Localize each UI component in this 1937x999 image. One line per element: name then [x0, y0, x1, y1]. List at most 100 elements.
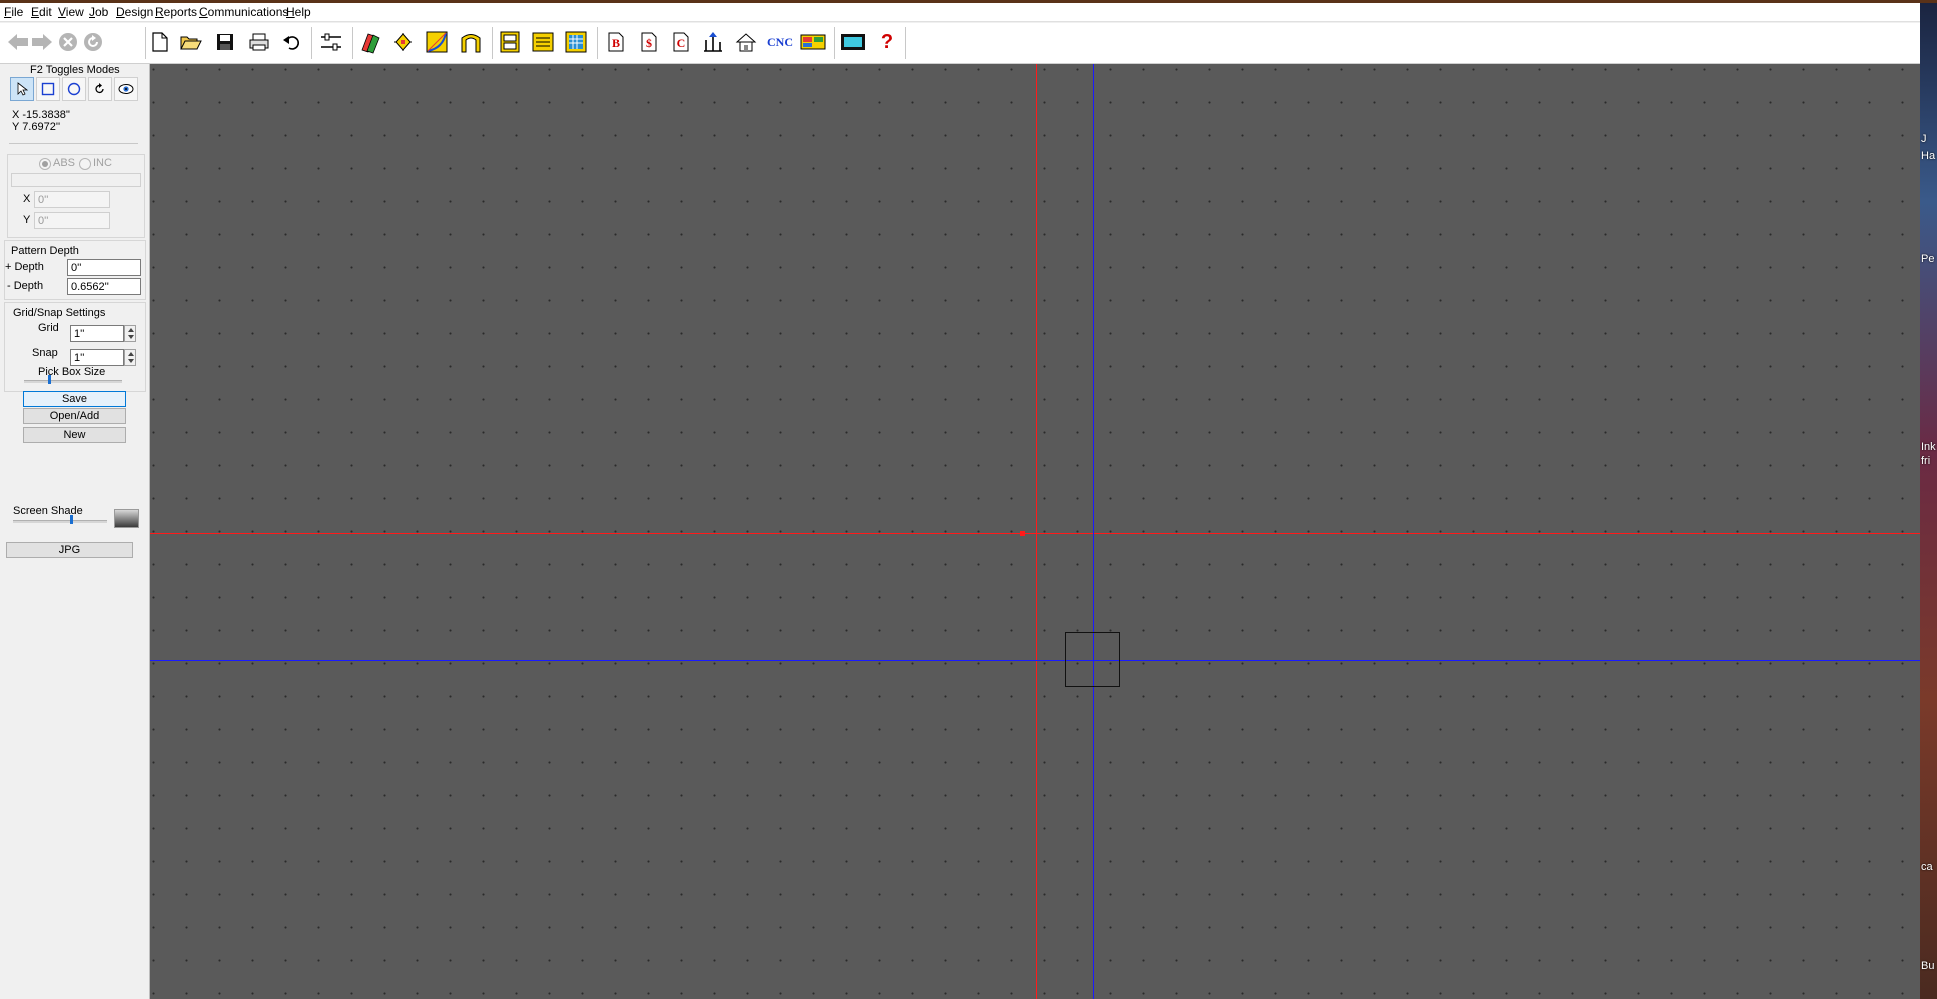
- report-cost-label: $: [646, 36, 652, 50]
- cursor-y-readout: Y 7.6972'': [12, 121, 61, 133]
- cnc-button[interactable]: CNC: [763, 29, 797, 55]
- desktop-icon-label[interactable]: fri: [1921, 455, 1930, 467]
- toolbar-separator: [311, 27, 312, 59]
- abs-radio[interactable]: [39, 158, 51, 170]
- left-panel: F2 Toggles Modes X -15.3838'' Y 7.6972''…: [0, 64, 150, 999]
- screen-shade-swatch[interactable]: [114, 509, 139, 528]
- menu-job[interactable]: Job: [89, 5, 108, 19]
- home-send-icon[interactable]: [733, 29, 759, 55]
- snap-input[interactable]: 1'': [70, 349, 124, 366]
- save-disk-icon[interactable]: [212, 29, 238, 55]
- cabinet-list-icon[interactable]: [530, 29, 556, 55]
- select-mode-button[interactable]: [10, 77, 34, 101]
- app-window: File Edit View Job Design Reports Commun…: [0, 3, 1920, 999]
- toolbar-separator: [352, 27, 353, 59]
- film-screen-icon[interactable]: [840, 29, 866, 55]
- arch-tool-icon[interactable]: [458, 29, 484, 55]
- y-coordinate-input[interactable]: 0'': [34, 212, 110, 229]
- menu-file[interactable]: File: [4, 5, 23, 19]
- rotate-mode-button[interactable]: [88, 77, 112, 101]
- help-icon[interactable]: ?: [874, 29, 900, 55]
- node-edit-icon[interactable]: [390, 29, 416, 55]
- open-folder-icon[interactable]: [178, 29, 204, 55]
- modes-title: F2 Toggles Modes: [30, 64, 120, 76]
- origin-marker: [1020, 531, 1025, 536]
- open-add-button[interactable]: Open/Add: [23, 408, 126, 424]
- back-arrow-icon[interactable]: [6, 30, 30, 54]
- cursor-arrow-icon: [17, 82, 29, 96]
- snap-spinner[interactable]: [124, 349, 136, 366]
- save-button[interactable]: Save: [23, 391, 126, 407]
- cursor-x-readout: X -15.3838'': [12, 109, 71, 121]
- cursor-vertical-line: [1093, 64, 1094, 999]
- minus-depth-input[interactable]: 0.6562'': [67, 278, 141, 295]
- toolbar-separator: [145, 27, 146, 59]
- grid-input[interactable]: 1'': [70, 325, 124, 342]
- toolbar-separator: [597, 27, 598, 59]
- forward-arrow-icon[interactable]: [30, 30, 54, 54]
- settings-sliders-icon[interactable]: [318, 29, 344, 55]
- origin-vertical-axis: [1036, 64, 1037, 999]
- desktop-icon-label[interactable]: Ha: [1921, 150, 1935, 162]
- x-coordinate-input[interactable]: 0'': [34, 191, 110, 208]
- abs-label: ABS: [53, 157, 76, 169]
- desktop-icon-label[interactable]: Ink: [1921, 441, 1936, 453]
- help-glyph: ?: [880, 30, 894, 53]
- cabinet-view-icon[interactable]: [497, 29, 523, 55]
- refresh-circle-icon[interactable]: [81, 30, 105, 54]
- new-file-icon[interactable]: [147, 29, 173, 55]
- report-cost-icon[interactable]: $: [636, 29, 662, 55]
- desktop-icon-label[interactable]: Pe: [1921, 253, 1934, 265]
- plus-depth-input[interactable]: 0'': [67, 259, 141, 276]
- cnc-label: CNC: [767, 34, 793, 49]
- menu-design[interactable]: Design: [116, 5, 153, 19]
- snap-label: Snap: [32, 347, 58, 359]
- jpg-button[interactable]: JPG: [6, 542, 133, 558]
- curve-tool-icon[interactable]: [424, 29, 450, 55]
- design-canvas[interactable]: [150, 64, 1920, 999]
- menu-edit[interactable]: Edit: [31, 5, 52, 19]
- coordinate-mode-field: [11, 173, 141, 187]
- report-c-icon[interactable]: C: [668, 29, 694, 55]
- eye-icon: [118, 84, 134, 94]
- grid-label: Grid: [38, 322, 59, 334]
- toolbar-separator: [492, 27, 493, 59]
- menu-communications[interactable]: Communications: [199, 5, 288, 19]
- pattern-depth-title: Pattern Depth: [11, 245, 79, 257]
- menu-reports[interactable]: Reports: [155, 5, 197, 19]
- color-chart-icon[interactable]: [800, 29, 826, 55]
- toolbar-separator: [834, 27, 835, 59]
- export-up-icon[interactable]: [700, 29, 726, 55]
- menu-bar: File Edit View Job Design Reports Commun…: [0, 3, 1920, 22]
- grid-spinner[interactable]: [124, 325, 136, 342]
- pick-box-slider-thumb[interactable]: [48, 375, 51, 384]
- screen-shade-slider[interactable]: [13, 520, 107, 523]
- desktop-icon-label[interactable]: ca: [1921, 861, 1933, 873]
- pattern-layers-icon[interactable]: [357, 29, 383, 55]
- grid-snap-title: Grid/Snap Settings: [13, 307, 106, 319]
- rotate-icon: [95, 83, 104, 94]
- minus-depth-label: - Depth: [7, 280, 44, 292]
- cursor-horizontal-line: [150, 660, 1920, 661]
- undo-icon[interactable]: [279, 29, 305, 55]
- view-mode-button[interactable]: [114, 77, 138, 101]
- pick-box-slider[interactable]: [24, 380, 122, 383]
- toolbar: B $ C CNC ?: [0, 23, 1920, 64]
- report-b-icon[interactable]: B: [603, 29, 629, 55]
- inc-radio[interactable]: [79, 158, 91, 170]
- screen-shade-slider-thumb[interactable]: [70, 515, 73, 524]
- desktop-icon-label[interactable]: J: [1921, 133, 1927, 145]
- rectangle-mode-button[interactable]: [36, 77, 60, 101]
- circle-mode-button[interactable]: [62, 77, 86, 101]
- x-label: X: [23, 193, 31, 205]
- print-icon[interactable]: [246, 29, 272, 55]
- toolbar-separator: [905, 27, 906, 59]
- inc-label: INC: [93, 157, 112, 169]
- menu-view[interactable]: View: [58, 5, 84, 19]
- texture-grid-icon[interactable]: [563, 29, 589, 55]
- new-button[interactable]: New: [23, 427, 126, 443]
- rectangle-icon: [41, 82, 55, 96]
- menu-help[interactable]: Help: [286, 5, 311, 19]
- cancel-circle-icon[interactable]: [56, 30, 80, 54]
- desktop-icon-label[interactable]: Bu: [1921, 960, 1934, 972]
